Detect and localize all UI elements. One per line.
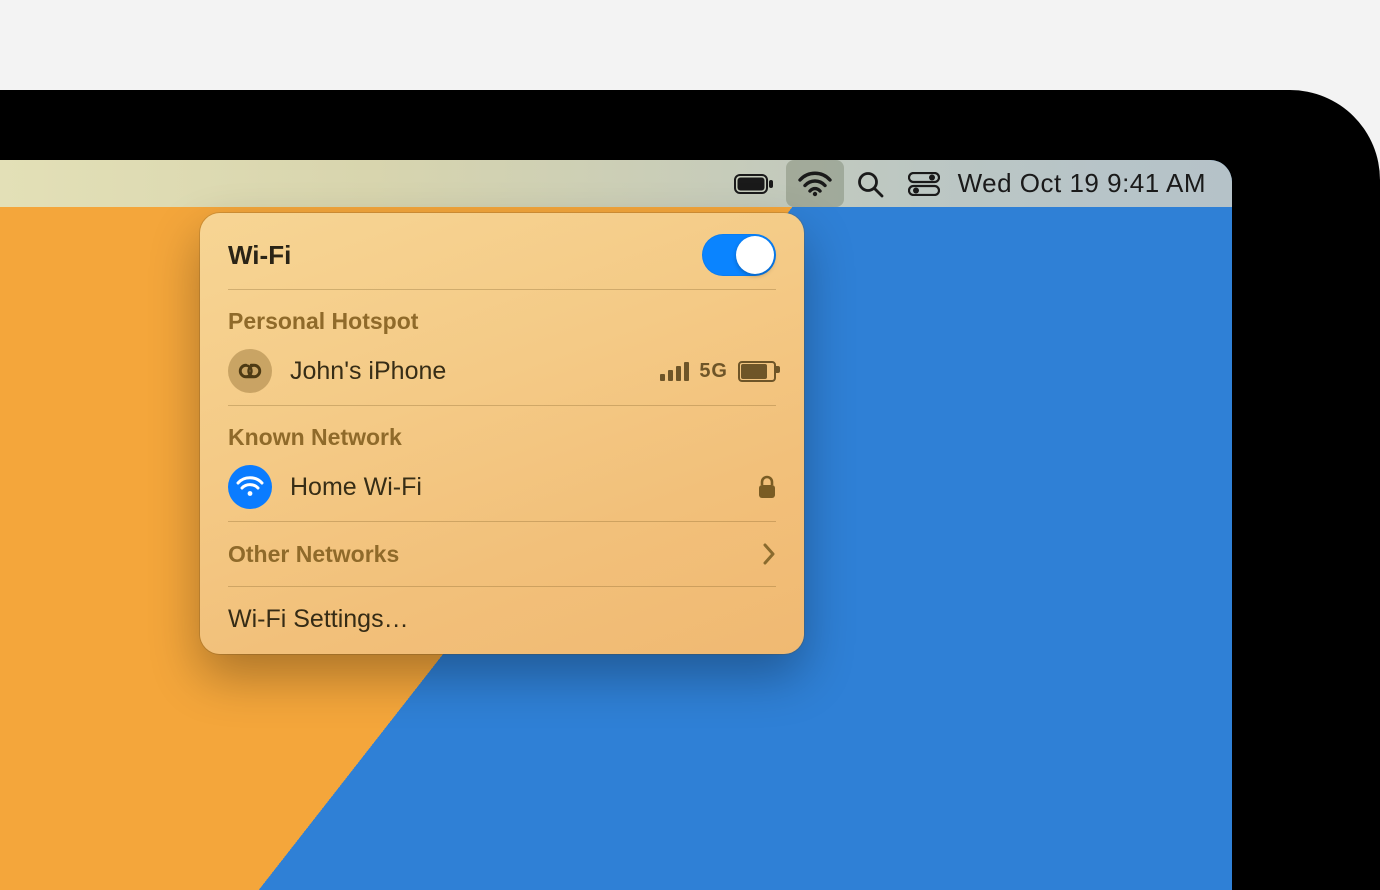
- wifi-panel-title: Wi-Fi: [228, 240, 702, 271]
- personal-hotspot-section-label: Personal Hotspot: [200, 294, 804, 341]
- menu-bar-clock[interactable]: Wed Oct 19 9:41 AM: [952, 160, 1218, 207]
- desktop: Wed Oct 19 9:41 AM Wi-Fi Personal Hotspo…: [0, 160, 1232, 890]
- wifi-settings-link[interactable]: Wi-Fi Settings…: [200, 591, 804, 650]
- menu-bar: Wed Oct 19 9:41 AM: [0, 160, 1232, 207]
- wifi-connected-icon: [228, 465, 272, 509]
- hotspot-icon: [228, 349, 272, 393]
- known-network-section-label: Known Network: [200, 410, 804, 457]
- other-networks-row[interactable]: Other Networks: [200, 526, 804, 582]
- hotspot-item-label: John's iPhone: [290, 357, 660, 386]
- chevron-right-icon: [762, 543, 776, 565]
- known-network-item-home-wifi[interactable]: Home Wi-Fi: [200, 457, 804, 517]
- hotspot-item-johns-iphone[interactable]: John's iPhone 5G: [200, 341, 804, 401]
- clock-text: Wed Oct 19 9:41 AM: [958, 168, 1206, 199]
- known-network-item-label: Home Wi-Fi: [290, 473, 758, 502]
- divider: [228, 405, 776, 406]
- wifi-status-icon[interactable]: [786, 160, 844, 207]
- wifi-header-row: Wi-Fi: [200, 225, 804, 285]
- other-networks-label: Other Networks: [228, 541, 762, 568]
- wifi-toggle[interactable]: [702, 234, 776, 276]
- lock-icon: [758, 475, 776, 499]
- hotspot-battery-icon: [738, 361, 776, 382]
- network-type-label: 5G: [699, 360, 728, 383]
- battery-status-icon[interactable]: [722, 160, 786, 207]
- divider: [228, 521, 776, 522]
- spotlight-search-icon[interactable]: [844, 160, 896, 207]
- wifi-dropdown-panel: Wi-Fi Personal Hotspot John's iPhone: [200, 213, 804, 654]
- hotspot-signal-cluster: 5G: [660, 360, 776, 383]
- control-center-icon[interactable]: [896, 160, 952, 207]
- divider: [228, 289, 776, 290]
- divider: [228, 586, 776, 587]
- signal-bars-icon: [660, 361, 689, 381]
